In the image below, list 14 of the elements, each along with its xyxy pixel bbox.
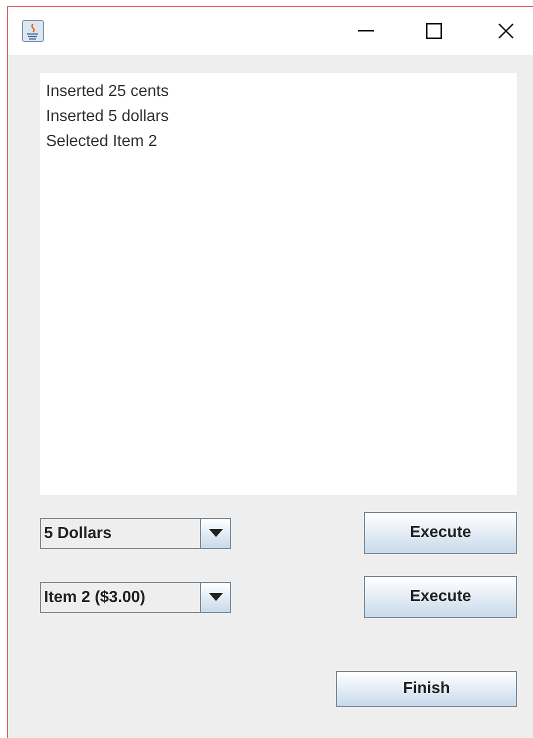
execute-button[interactable]: Execute bbox=[364, 512, 517, 554]
minimize-icon bbox=[358, 30, 374, 32]
log-line: Inserted 5 dollars bbox=[46, 107, 170, 127]
app-icon bbox=[22, 20, 44, 42]
caret-icon bbox=[208, 529, 222, 537]
log-line: Selected Item 2 bbox=[46, 132, 158, 152]
execute-button[interactable]: Execute bbox=[364, 576, 517, 618]
log-line: Inserted 25 cents bbox=[46, 82, 170, 102]
dropdown[interactable]: 5 Dollars bbox=[40, 518, 231, 548]
maximize-icon bbox=[426, 23, 442, 39]
close-icon bbox=[498, 23, 514, 39]
finish-button[interactable]: Finish bbox=[336, 671, 517, 707]
caret-icon bbox=[208, 593, 222, 601]
dropdown[interactable]: Item 2 ($3.00) bbox=[40, 582, 231, 612]
